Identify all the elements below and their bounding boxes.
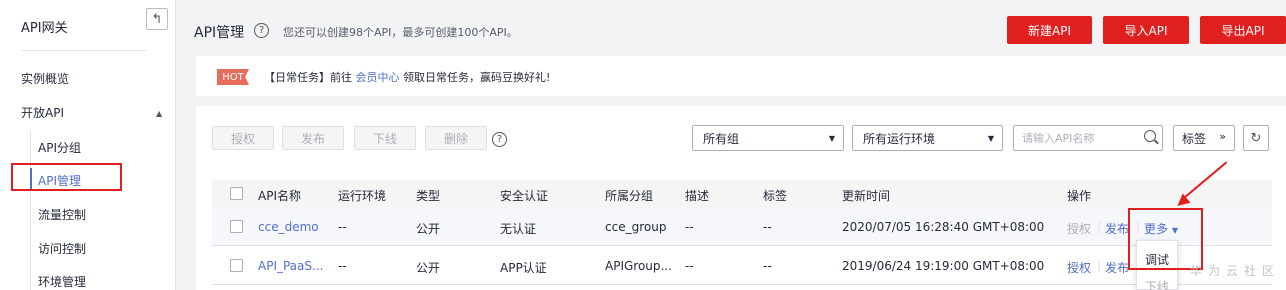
sidebar-item-traffic-control[interactable]: 流量控制 (38, 206, 86, 223)
import-api-button[interactable]: 导入API (1103, 16, 1189, 44)
tag-label: 标签 (1182, 131, 1207, 146)
delete-button[interactable]: 删除 (425, 126, 487, 150)
col-env: 运行环境 (338, 189, 387, 203)
collapse-sidebar-button[interactable]: ↰ (146, 8, 168, 30)
op-separator: | (1097, 259, 1102, 273)
sidebar-item-environment[interactable]: 环境管理 (38, 273, 86, 290)
offline-button[interactable]: 下线 (354, 126, 416, 150)
col-type: 类型 (416, 189, 441, 203)
sidebar-item-overview[interactable]: 实例概览 (21, 70, 69, 87)
cell-env: -- (338, 220, 347, 234)
col-desc: 描述 (685, 189, 710, 203)
notice-prefix: 【日常任务】前往 (264, 71, 352, 84)
authorize-op[interactable]: 授权 (1067, 220, 1091, 237)
highlight-box (11, 163, 122, 191)
notice-bar: HOT 【日常任务】前往 会员中心 领取日常任务，赢码豆换好礼! (196, 56, 1286, 96)
highlight-box (1128, 208, 1203, 270)
cell-auth: APP认证 (500, 261, 547, 275)
table-row: API_PaaS... -- 公开 APP认证 APIGroup... -- -… (212, 247, 1272, 285)
table-row: cce_demo -- 公开 无认证 cce_group -- -- 2020/… (212, 208, 1272, 246)
cell-tag: -- (763, 220, 772, 234)
environment-select[interactable]: 所有运行环境 ▼ (852, 125, 1003, 151)
group-select[interactable]: 所有组 ▼ (692, 125, 844, 151)
cell-desc: -- (685, 259, 694, 273)
refresh-button[interactable]: ↻ (1243, 125, 1269, 151)
sidebar-title: API网关 (21, 21, 68, 36)
api-name-link[interactable]: API_PaaS... (258, 259, 323, 273)
sidebar-item-access-control[interactable]: 访问控制 (38, 240, 86, 257)
refresh-icon: ↻ (1250, 130, 1262, 146)
cell-group: cce_group (605, 220, 667, 234)
search-input[interactable]: 请输入API名称 (1013, 125, 1163, 151)
divider (21, 50, 147, 51)
cell-type: 公开 (416, 222, 441, 236)
quota-note: 您还可以创建98个API，最多可创建100个API。 (283, 26, 518, 39)
back-arrow-icon: ↰ (151, 11, 163, 27)
dropdown-arrow-icon: ▼ (987, 134, 994, 143)
col-auth: 安全认证 (500, 189, 549, 203)
cell-group: APIGroup... (605, 259, 672, 273)
help-icon[interactable]: ? (254, 23, 269, 38)
submenu-line (30, 131, 31, 290)
environment-select-value: 所有运行环境 (863, 131, 936, 146)
watermark: 华为云社区 (1190, 264, 1281, 278)
tag-filter-button[interactable]: 标签 » (1173, 125, 1235, 151)
cell-auth: 无认证 (500, 222, 537, 236)
row-checkbox[interactable] (230, 220, 243, 233)
sidebar-item-api-group[interactable]: API分组 (38, 139, 81, 156)
create-api-button[interactable]: 新建API (1007, 16, 1092, 44)
page-title: API管理 (194, 25, 245, 41)
col-group: 所属分组 (605, 189, 654, 203)
caret-up-icon: ▲ (156, 109, 163, 118)
notice-suffix: 领取日常任务，赢码豆换好礼! (403, 71, 551, 84)
help-icon[interactable]: ? (492, 132, 507, 147)
cell-tag: -- (763, 259, 772, 273)
api-list-panel: 授权 发布 下线 删除 ? 所有组 ▼ 所有运行环境 ▼ 请输入API名称 标签… (196, 106, 1286, 290)
publish-op[interactable]: 发布 (1105, 220, 1129, 237)
api-name-link[interactable]: cce_demo (258, 220, 319, 234)
col-updated: 更新时间 (842, 189, 891, 203)
publish-button[interactable]: 发布 (282, 126, 344, 150)
cell-updated: 2019/06/24 19:19:00 GMT+08:00 (842, 259, 1045, 273)
sidebar-item-open-api[interactable]: 开放API (21, 104, 64, 121)
page-header: API管理 ? 您还可以创建98个API，最多可创建100个API。 新建API… (176, 0, 1286, 54)
group-select-value: 所有组 (703, 131, 740, 146)
chevron-down-icon: » (1219, 130, 1226, 143)
cell-type: 公开 (416, 261, 441, 275)
authorize-button[interactable]: 授权 (212, 126, 274, 150)
sidebar: API网关 ↰ 实例概览 开放API ▲ API分组 API管理 流量控制 访问… (0, 0, 176, 290)
authorize-op[interactable]: 授权 (1067, 259, 1091, 276)
cell-updated: 2020/07/05 16:28:40 GMT+08:00 (842, 220, 1045, 234)
app-root: API网关 ↰ 实例概览 开放API ▲ API分组 API管理 流量控制 访问… (0, 0, 1286, 290)
op-separator: | (1097, 220, 1102, 234)
table-header: API名称 运行环境 类型 安全认证 所属分组 描述 标签 更新时间 操作 (212, 180, 1272, 208)
col-api-name: API名称 (258, 189, 301, 203)
publish-op[interactable]: 发布 (1105, 259, 1129, 276)
hot-badge: HOT (217, 69, 249, 85)
menu-item-offline[interactable]: 下线 (1137, 278, 1177, 290)
select-all-checkbox[interactable] (230, 187, 243, 200)
search-icon[interactable] (1144, 130, 1156, 142)
dropdown-arrow-icon: ▼ (828, 134, 835, 143)
export-api-button[interactable]: 导出API (1200, 16, 1286, 44)
col-tag: 标签 (763, 189, 788, 203)
cell-desc: -- (685, 220, 694, 234)
cell-env: -- (338, 259, 347, 273)
row-checkbox[interactable] (230, 259, 243, 272)
notice-text: 【日常任务】前往 会员中心 领取日常任务，赢码豆换好礼! (264, 69, 550, 85)
member-center-link[interactable]: 会员中心 (356, 71, 400, 84)
search-placeholder: 请输入API名称 (1022, 132, 1095, 145)
col-ops: 操作 (1067, 189, 1092, 203)
